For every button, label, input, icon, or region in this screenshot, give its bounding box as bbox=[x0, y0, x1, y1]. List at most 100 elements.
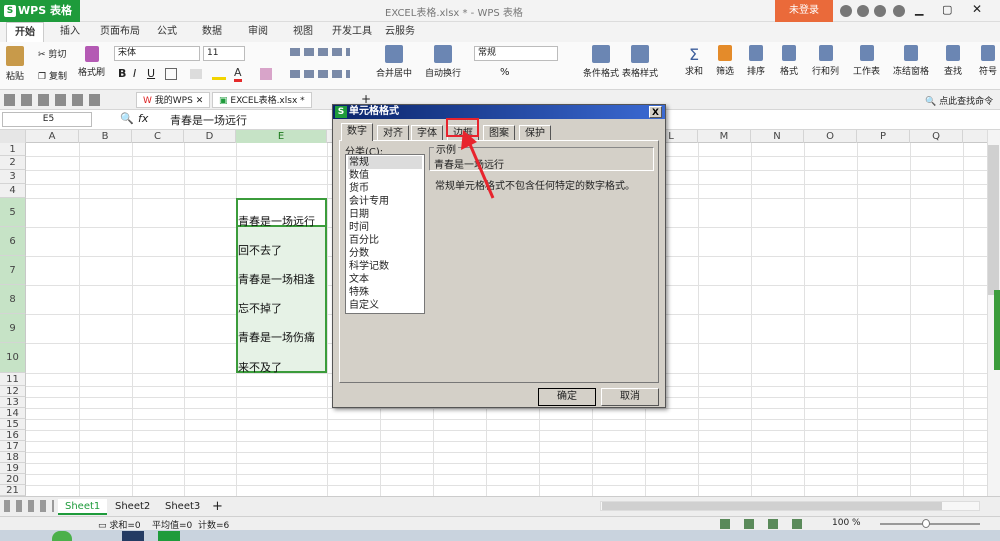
row-header-10[interactable]: 10 bbox=[0, 343, 26, 373]
minimize-icon[interactable]: ▁ bbox=[915, 3, 923, 16]
cell-e5[interactable]: 青春是一场远行 bbox=[238, 213, 315, 229]
row-header-13[interactable]: 13 bbox=[0, 397, 26, 408]
tab-alignment[interactable]: 对齐 bbox=[377, 125, 409, 140]
copy-button[interactable]: ❐ 复制 bbox=[38, 69, 67, 82]
category-item-date[interactable]: 日期 bbox=[348, 208, 422, 221]
category-item-fraction[interactable]: 分数 bbox=[348, 247, 422, 260]
row-header-20[interactable]: 20 bbox=[0, 474, 26, 485]
tab-font[interactable]: 字体 bbox=[411, 125, 443, 140]
tab-number[interactable]: 数字 bbox=[341, 123, 373, 141]
col-header-a[interactable]: A bbox=[26, 130, 79, 143]
row-header-1[interactable]: 1 bbox=[0, 143, 26, 156]
col-header-b[interactable]: B bbox=[79, 130, 132, 143]
col-header-p[interactable]: P bbox=[857, 130, 910, 143]
taskbar-app-icon-2[interactable] bbox=[122, 531, 144, 541]
category-list[interactable]: 常规 数值 货币 会计专用 日期 时间 百分比 分数 科学记数 文本 特殊 自定… bbox=[345, 154, 425, 314]
login-button[interactable]: 未登录 bbox=[775, 0, 833, 22]
share-icon[interactable] bbox=[874, 5, 886, 17]
col-header-o[interactable]: O bbox=[804, 130, 857, 143]
sheet-tab-sheet1[interactable]: Sheet1 bbox=[58, 499, 108, 515]
format-button[interactable]: 格式 bbox=[780, 45, 798, 77]
menu-start[interactable]: 开始 bbox=[6, 22, 44, 42]
sum-button[interactable]: Σ 求和 bbox=[685, 45, 703, 77]
cell-e10[interactable]: 来不及了 bbox=[238, 359, 282, 375]
menu-insert[interactable]: 插入 bbox=[60, 22, 80, 42]
col-header-e[interactable]: E bbox=[236, 130, 327, 143]
row-header-5[interactable]: 5 bbox=[0, 198, 26, 227]
number-format-select[interactable]: 常规 bbox=[474, 46, 558, 61]
row-header-19[interactable]: 19 bbox=[0, 463, 26, 474]
vertical-scroll-thumb[interactable] bbox=[988, 145, 999, 295]
horizontal-align-icons[interactable] bbox=[290, 70, 350, 78]
italic-button[interactable]: I bbox=[133, 67, 136, 80]
cell-e8[interactable]: 忘不掉了 bbox=[238, 300, 282, 316]
clear-format-icon[interactable] bbox=[260, 68, 272, 80]
table-style-button[interactable]: 表格样式 bbox=[622, 45, 658, 79]
sheet-nav-arrows[interactable] bbox=[4, 500, 54, 512]
sheet-tab-sheet2[interactable]: Sheet2 bbox=[108, 499, 157, 515]
menu-view[interactable]: 视图 bbox=[293, 22, 313, 42]
formula-input[interactable]: 青春是一场远行 bbox=[170, 112, 247, 128]
symbol-button[interactable]: 符号 bbox=[976, 45, 1000, 77]
zoom-formula-icon[interactable]: 🔍 bbox=[120, 112, 134, 125]
tab-protection[interactable]: 保护 bbox=[519, 125, 551, 140]
underline-button[interactable]: U bbox=[147, 67, 155, 80]
conditional-format-button[interactable]: 条件格式 bbox=[583, 45, 619, 79]
zoom-slider[interactable] bbox=[880, 523, 980, 525]
row-header-3[interactable]: 3 bbox=[0, 170, 26, 184]
menu-developer[interactable]: 开发工具 bbox=[332, 22, 372, 42]
tab-my-wps[interactable]: W 我的WPS ✕ bbox=[136, 92, 211, 108]
name-box[interactable]: E5 bbox=[2, 112, 92, 127]
format-painter-button[interactable]: 格式刷 bbox=[78, 46, 105, 78]
merge-center-button[interactable]: 合并居中 bbox=[376, 45, 412, 79]
row-header-9[interactable]: 9 bbox=[0, 314, 26, 343]
quick-access-icons[interactable] bbox=[4, 94, 104, 106]
paste-button[interactable]: 粘贴 bbox=[6, 46, 24, 82]
col-header-n[interactable]: N bbox=[751, 130, 804, 143]
col-header-q[interactable]: Q bbox=[910, 130, 963, 143]
bold-button[interactable]: B bbox=[118, 67, 126, 80]
row-header-18[interactable]: 18 bbox=[0, 452, 26, 463]
row-header-15[interactable]: 15 bbox=[0, 419, 26, 430]
menu-cloud[interactable]: 云服务 bbox=[385, 22, 415, 42]
ok-button[interactable]: 确定 bbox=[538, 388, 596, 406]
col-header-d[interactable]: D bbox=[184, 130, 236, 143]
menu-formula[interactable]: 公式 bbox=[157, 22, 177, 42]
font-color-icon[interactable]: A bbox=[234, 66, 242, 82]
percent-button[interactable]: % bbox=[500, 67, 510, 78]
category-item-special[interactable]: 特殊 bbox=[348, 286, 422, 299]
wrap-text-button[interactable]: 自动换行 bbox=[425, 45, 461, 79]
row-header-8[interactable]: 8 bbox=[0, 285, 26, 314]
skin-icon[interactable] bbox=[840, 5, 852, 17]
cut-button[interactable]: ✂ 剪切 bbox=[38, 47, 66, 60]
taskbar-app-icon[interactable] bbox=[52, 531, 72, 541]
category-item-percentage[interactable]: 百分比 bbox=[348, 234, 422, 247]
col-header-c[interactable]: C bbox=[132, 130, 184, 143]
font-size-select[interactable]: 11 bbox=[203, 46, 245, 61]
search-command[interactable]: 🔍 点此查找命令 bbox=[925, 94, 993, 107]
row-header-4[interactable]: 4 bbox=[0, 184, 26, 198]
find-button[interactable]: 查找 bbox=[944, 45, 962, 77]
font-name-select[interactable]: 宋体 bbox=[114, 46, 200, 61]
add-sheet-button[interactable]: + bbox=[205, 499, 230, 515]
taskbar-wps-icon[interactable] bbox=[158, 531, 180, 541]
cell-e7[interactable]: 青春是一场相逢 bbox=[238, 271, 315, 287]
freeze-panes-button[interactable]: 冻结窗格 bbox=[893, 45, 929, 77]
row-header-16[interactable]: 16 bbox=[0, 430, 26, 441]
category-item-number[interactable]: 数值 bbox=[348, 169, 422, 182]
border-icon[interactable] bbox=[165, 68, 177, 80]
help-icon[interactable] bbox=[893, 5, 905, 17]
category-item-text[interactable]: 文本 bbox=[348, 273, 422, 286]
cell-e6[interactable]: 回不去了 bbox=[238, 242, 282, 258]
category-item-custom[interactable]: 自定义 bbox=[348, 299, 422, 312]
sort-button[interactable]: 排序 bbox=[747, 45, 765, 77]
dialog-close-button[interactable]: X bbox=[649, 106, 662, 118]
fx-button[interactable]: fx bbox=[138, 112, 148, 125]
category-item-currency[interactable]: 货币 bbox=[348, 182, 422, 195]
row-header-2[interactable]: 2 bbox=[0, 156, 26, 170]
menu-data[interactable]: 数据 bbox=[202, 22, 222, 42]
category-item-time[interactable]: 时间 bbox=[348, 221, 422, 234]
row-header-6[interactable]: 6 bbox=[0, 227, 26, 256]
menu-review[interactable]: 审阅 bbox=[248, 22, 268, 42]
select-all-corner[interactable] bbox=[0, 130, 26, 143]
